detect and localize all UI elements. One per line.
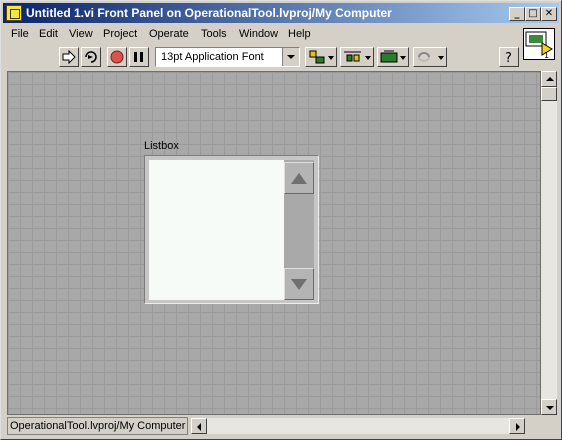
reorder-icon	[418, 52, 444, 62]
horizontal-scrollbar[interactable]	[191, 418, 525, 434]
menu-file[interactable]: File	[11, 28, 29, 40]
title-bar[interactable]: Untitled 1.vi Front Panel on Operational…	[3, 3, 559, 23]
arrow-down-icon	[546, 406, 554, 410]
pause-icon	[134, 52, 143, 62]
resize-icon	[380, 50, 406, 63]
abort-icon	[110, 50, 124, 64]
scroll-thumb[interactable]	[541, 87, 557, 101]
menu-edit[interactable]: Edit	[39, 28, 58, 40]
arrow-up-icon	[546, 77, 554, 81]
listbox-scroll-down-button[interactable]	[284, 268, 314, 300]
arrow-left-icon	[197, 423, 201, 431]
minimize-icon: _	[514, 8, 520, 19]
help-icon: ?	[505, 51, 512, 66]
run-continuously-icon	[85, 51, 97, 63]
context-help-button[interactable]: ?	[499, 47, 519, 67]
chevron-down-icon	[282, 48, 299, 66]
text-settings-dropdown[interactable]: 13pt Application Font	[155, 47, 300, 67]
run-button[interactable]	[59, 47, 79, 67]
minimize-button[interactable]: _	[509, 7, 525, 21]
scroll-left-button[interactable]	[191, 418, 207, 434]
triangle-up-icon	[291, 173, 307, 184]
listbox-control[interactable]	[144, 155, 319, 304]
toolbar: 13pt Application Font ?	[3, 45, 521, 69]
window-title: Untitled 1.vi Front Panel on Operational…	[26, 6, 392, 20]
align-objects-button[interactable]	[305, 47, 337, 67]
close-button[interactable]: ✕	[541, 7, 557, 21]
menu-bar: File Edit View Project Operate Tools Win…	[3, 25, 517, 45]
menu-help[interactable]: Help	[288, 28, 311, 40]
menu-project[interactable]: Project	[103, 28, 137, 40]
triangle-down-icon	[291, 279, 307, 290]
arrow-right-icon	[516, 423, 520, 431]
status-bar: OperationalTool.lvproj/My Computer	[3, 417, 543, 435]
listbox-scrollbar[interactable]	[284, 160, 314, 300]
svg-text:1: 1	[544, 51, 549, 59]
scroll-down-button[interactable]	[541, 399, 557, 415]
project-context-label[interactable]: OperationalTool.lvproj/My Computer	[7, 417, 189, 435]
maximize-icon: □	[528, 8, 538, 19]
reorder-button[interactable]	[413, 47, 447, 67]
labview-window: Untitled 1.vi Front Panel on Operational…	[0, 0, 562, 440]
labview-app-icon[interactable]	[6, 5, 22, 21]
align-icon	[309, 50, 334, 64]
distribute-objects-button[interactable]	[340, 47, 374, 67]
maximize-button[interactable]: □	[525, 7, 541, 21]
vertical-scrollbar[interactable]	[541, 71, 557, 415]
run-arrow-icon	[62, 49, 76, 65]
scroll-up-button[interactable]	[541, 71, 557, 87]
menu-window[interactable]: Window	[239, 28, 278, 40]
font-select-value: 13pt Application Font	[161, 51, 264, 63]
abort-button[interactable]	[107, 47, 127, 67]
resize-objects-button[interactable]	[377, 47, 409, 67]
menu-tools[interactable]: Tools	[201, 28, 227, 40]
scroll-right-button[interactable]	[509, 418, 525, 434]
run-continuously-button[interactable]	[81, 47, 101, 67]
resize-grip[interactable]	[541, 417, 557, 435]
menu-operate[interactable]: Operate	[149, 28, 189, 40]
listbox-label[interactable]: Listbox	[144, 140, 179, 152]
listbox-items-area[interactable]	[149, 160, 284, 300]
listbox-scroll-up-button[interactable]	[284, 162, 314, 194]
distribute-icon	[344, 51, 371, 62]
close-icon: ✕	[544, 8, 554, 19]
vi-connector-pane-icon[interactable]: 1	[523, 28, 555, 60]
svg-text:?: ?	[505, 51, 512, 66]
pause-button[interactable]	[129, 47, 149, 67]
menu-view[interactable]: View	[69, 28, 93, 40]
